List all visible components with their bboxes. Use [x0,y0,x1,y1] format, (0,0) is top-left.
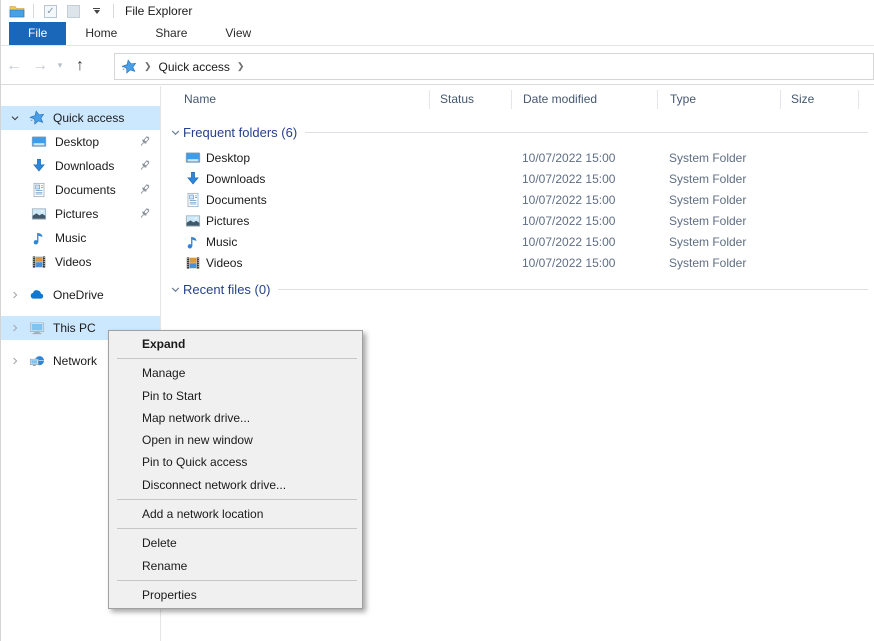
file-row-downloads[interactable]: Downloads 10/07/2022 15:00 System Folder [161,168,874,189]
sidebar-item-desktop[interactable]: Desktop [1,130,160,154]
context-menu-item-delete[interactable]: Delete [109,532,362,554]
group-divider-line [278,289,868,290]
menu-separator [117,358,357,359]
context-menu: Expand Manage Pin to Start Map network d… [108,330,363,609]
forward-button[interactable]: → [27,57,53,75]
address-bar[interactable]: ❯ Quick access ❯ [114,53,874,80]
sidebar-item-onedrive[interactable]: OneDrive [1,283,160,307]
column-header-status[interactable]: Status [429,90,511,109]
context-menu-item-disconnect-network-drive[interactable]: Disconnect network drive... [109,474,362,496]
sidebar-item-downloads[interactable]: Downloads [1,154,160,178]
context-menu-item-add-network-location[interactable]: Add a network location [109,503,362,525]
file-row-music[interactable]: Music 10/07/2022 15:00 System Folder [161,231,874,252]
group-divider-line [305,132,868,133]
context-menu-item-manage[interactable]: Manage [109,362,362,384]
document-page-icon [31,182,47,198]
video-film-icon [185,255,201,271]
checkmark-icon: ✓ [44,5,57,18]
music-note-icon [31,230,47,246]
file-row-videos[interactable]: Videos 10/07/2022 15:00 System Folder [161,252,874,273]
pin-icon [137,158,152,173]
breadcrumb[interactable]: Quick access [159,60,230,74]
customize-toolbar-dropdown[interactable] [88,3,105,19]
quick-access-star-icon [29,110,45,126]
blank-sheet-icon [67,5,80,18]
file-explorer-window: ✓ File Explorer File Home Share View ← →… [0,0,874,641]
this-pc-monitor-icon [29,320,45,336]
download-arrow-icon [185,171,201,187]
ribbon-tabs: File Home Share View [1,22,874,46]
file-row-documents[interactable]: Documents 10/07/2022 15:00 System Folder [161,189,874,210]
chevron-right-icon[interactable] [9,356,21,366]
desktop-monitor-icon [31,134,47,150]
pin-icon [137,182,152,197]
titlebar-divider [113,4,114,18]
picture-photo-icon [31,206,47,222]
new-folder-quick-button[interactable] [65,3,82,19]
tab-file[interactable]: File [9,22,66,45]
tab-share[interactable]: Share [136,22,206,45]
file-row-desktop[interactable]: Desktop 10/07/2022 15:00 System Folder [161,147,874,168]
back-button[interactable]: ← [1,57,27,75]
context-menu-item-properties[interactable]: Properties [109,584,362,606]
file-explorer-logo-icon [8,3,25,19]
group-header-frequent-folders[interactable]: Frequent folders (6) [161,122,874,143]
quick-access-star-icon [121,59,137,75]
file-row-pictures[interactable]: Pictures 10/07/2022 15:00 System Folder [161,210,874,231]
video-film-icon [31,254,47,270]
context-menu-item-pin-to-start[interactable]: Pin to Start [109,385,362,407]
breadcrumb-chevron-icon: ❯ [144,61,152,72]
sidebar-item-documents[interactable]: Documents [1,178,160,202]
group-header-recent-files[interactable]: Recent files (0) [161,279,874,300]
chevron-down-icon [94,10,100,14]
pin-icon [137,134,152,149]
navigation-bar: ← → ▾ ↑ ❯ Quick access ❯ [1,47,874,85]
menu-separator [117,580,357,581]
chevron-right-icon[interactable] [9,323,21,333]
dropdown-bar-icon [93,8,100,9]
sidebar-item-pictures[interactable]: Pictures [1,202,160,226]
context-menu-item-pin-to-quick-access[interactable]: Pin to Quick access [109,451,362,473]
context-menu-item-expand[interactable]: Expand [109,333,362,355]
titlebar: ✓ File Explorer [1,0,874,22]
desktop-monitor-icon [185,150,201,166]
chevron-down-icon[interactable] [170,284,183,295]
sidebar-item-music[interactable]: Music [1,226,160,250]
column-header-date-modified[interactable]: Date modified [511,90,657,109]
download-arrow-icon [31,158,47,174]
onedrive-cloud-icon [29,287,45,303]
context-menu-item-rename[interactable]: Rename [109,555,362,577]
breadcrumb-chevron-icon: ❯ [237,61,245,72]
column-header-type[interactable]: Type [657,90,780,109]
properties-quick-button[interactable]: ✓ [42,3,59,19]
column-headers: Name Status Date modified Type Size [161,86,874,113]
chevron-right-icon[interactable] [9,290,21,300]
sidebar-item-quick-access[interactable]: Quick access [1,106,160,130]
column-header-size[interactable]: Size [780,90,859,109]
network-pc-icon [29,353,45,369]
pin-icon [137,206,152,221]
menu-separator [117,499,357,500]
picture-photo-icon [185,213,201,229]
chevron-down-icon[interactable] [170,127,183,138]
context-menu-item-map-network-drive[interactable]: Map network drive... [109,407,362,429]
window-title: File Explorer [125,4,192,18]
sidebar-item-videos[interactable]: Videos [1,250,160,274]
context-menu-item-open-in-new-window[interactable]: Open in new window [109,429,362,451]
tab-home[interactable]: Home [66,22,136,45]
column-header-name[interactable]: Name [161,90,429,109]
tab-view[interactable]: View [206,22,270,45]
history-dropdown-button[interactable]: ▾ [53,60,67,71]
menu-separator [117,528,357,529]
music-note-icon [185,234,201,250]
document-page-icon [185,192,201,208]
up-button[interactable]: ↑ [67,57,93,75]
titlebar-divider [33,4,34,18]
chevron-down-icon[interactable] [9,113,21,123]
